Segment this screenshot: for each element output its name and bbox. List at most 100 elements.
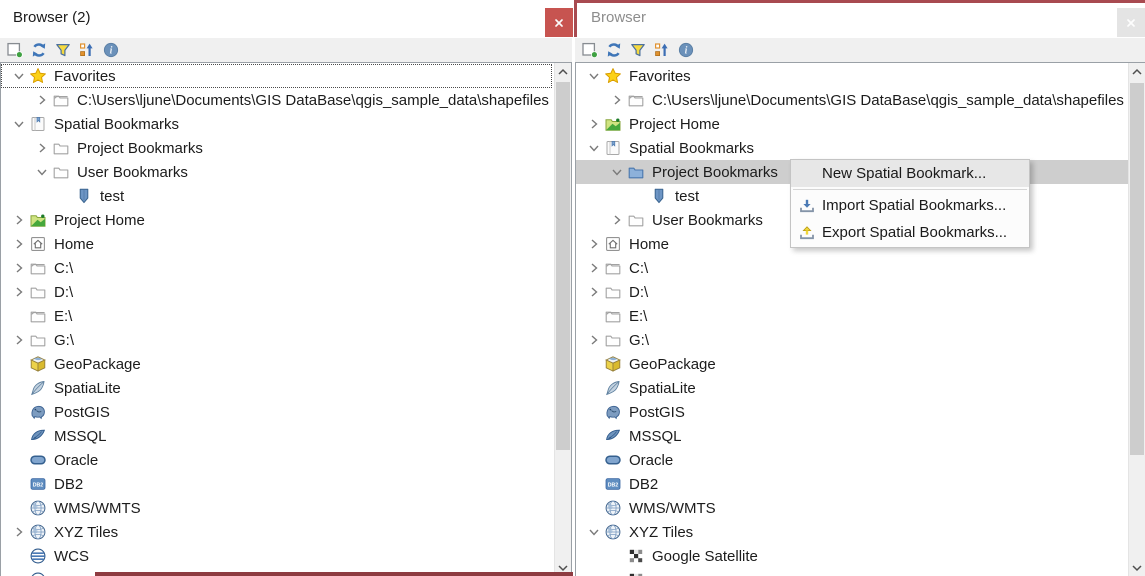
tree-item-d[interactable]: D:\ bbox=[576, 280, 1145, 304]
collapse-all-icon[interactable] bbox=[652, 40, 672, 60]
tree-item-label: PostGIS bbox=[629, 404, 685, 421]
filter-browser-icon[interactable] bbox=[53, 40, 73, 60]
chevron-right-icon[interactable] bbox=[9, 262, 29, 274]
chevron-right-icon[interactable] bbox=[607, 94, 627, 106]
tree-item-xyz-tiles[interactable]: XYZ Tiles bbox=[576, 520, 1145, 544]
tree-item-google-satellite[interactable]: Google Satellite bbox=[576, 544, 1145, 568]
folder-icon bbox=[627, 211, 645, 229]
tree-item-geopackage[interactable]: GeoPackage bbox=[1, 352, 571, 376]
add-selected-layers-icon[interactable] bbox=[580, 40, 600, 60]
chevron-down-icon[interactable] bbox=[584, 142, 604, 154]
tree-item-label: MSSQL bbox=[54, 428, 107, 445]
db2-icon: DB2 bbox=[29, 475, 47, 493]
chevron-down-icon[interactable] bbox=[607, 166, 627, 178]
tree-item-db2[interactable]: DB2DB2 bbox=[576, 472, 1145, 496]
scrollbar-thumb[interactable] bbox=[1130, 83, 1144, 455]
chevron-down-icon[interactable] bbox=[9, 70, 29, 82]
tree-item-favorites[interactable]: Favorites bbox=[576, 64, 1145, 88]
svg-text:DB2: DB2 bbox=[608, 482, 618, 488]
chevron-right-icon[interactable] bbox=[32, 142, 52, 154]
tree-item-xyz-tiles[interactable]: XYZ Tiles bbox=[1, 520, 571, 544]
scrollbar-thumb[interactable] bbox=[556, 82, 570, 450]
panel-title: Browser (2) bbox=[13, 9, 91, 26]
panel-title: Browser bbox=[591, 9, 646, 26]
tree-item-geopackage[interactable]: GeoPackage bbox=[576, 352, 1145, 376]
tree-item-c[interactable]: C:\ bbox=[576, 256, 1145, 280]
tree-item-wms-wmts[interactable]: WMS/WMTS bbox=[1, 496, 571, 520]
vertical-scrollbar[interactable] bbox=[1128, 63, 1145, 576]
tree-item-wcs[interactable]: WCS bbox=[1, 544, 571, 568]
tree-item-g[interactable]: G:\ bbox=[576, 328, 1145, 352]
chevron-down-icon[interactable] bbox=[1129, 559, 1145, 576]
chevron-right-icon[interactable] bbox=[584, 286, 604, 298]
tree-item-e[interactable]: E:\ bbox=[576, 304, 1145, 328]
tree-item-mssql[interactable]: MSSQL bbox=[576, 424, 1145, 448]
tree-item-mssql[interactable]: MSSQL bbox=[1, 424, 571, 448]
favorites-star-icon bbox=[29, 67, 47, 85]
folder-open-icon bbox=[604, 307, 622, 325]
tree-item-oracle[interactable]: Oracle bbox=[576, 448, 1145, 472]
chevron-up-icon[interactable] bbox=[555, 63, 571, 80]
menu-item-new-spatial-bookmark[interactable]: New Spatial Bookmark... bbox=[791, 160, 1029, 187]
chevron-right-icon[interactable] bbox=[9, 526, 29, 538]
chevron-down-icon[interactable] bbox=[9, 118, 29, 130]
tree-item-wms-wmts[interactable]: WMS/WMTS bbox=[576, 496, 1145, 520]
tree-item-spatialite[interactable]: SpatiaLite bbox=[1, 376, 571, 400]
tree-item-db2[interactable]: DB2DB2 bbox=[1, 472, 571, 496]
tree-item-d[interactable]: D:\ bbox=[1, 280, 571, 304]
tree-item-project-bookmarks[interactable]: Project Bookmarks bbox=[1, 136, 571, 160]
chevron-right-icon[interactable] bbox=[9, 238, 29, 250]
chevron-down-icon[interactable] bbox=[584, 526, 604, 538]
tree-item-c-users-ljune-documents-gis-database-qgis-sample-data-shapefiles[interactable]: C:\Users\ljune\Documents\GIS DataBase\qg… bbox=[576, 88, 1145, 112]
tree-item-e[interactable]: E:\ bbox=[1, 304, 571, 328]
tree-item-c-users-ljune-documents-gis-database-qgis-sample-data-shapefiles[interactable]: C:\Users\ljune\Documents\GIS DataBase\qg… bbox=[1, 88, 571, 112]
close-icon[interactable] bbox=[545, 8, 573, 37]
chevron-down-icon[interactable] bbox=[32, 166, 52, 178]
chevron-right-icon[interactable] bbox=[32, 94, 52, 106]
filter-browser-icon[interactable] bbox=[628, 40, 648, 60]
chevron-right-icon[interactable] bbox=[584, 262, 604, 274]
chevron-right-icon[interactable] bbox=[584, 334, 604, 346]
tree-item-user-bookmarks[interactable]: User Bookmarks bbox=[1, 160, 571, 184]
vertical-scrollbar[interactable] bbox=[554, 63, 571, 576]
tree-item-test[interactable]: test bbox=[1, 184, 571, 208]
menu-item-import-spatial-bookmarks[interactable]: Import Spatial Bookmarks... bbox=[791, 192, 1029, 219]
chevron-right-icon[interactable] bbox=[607, 214, 627, 226]
tree-item-spatial-bookmarks[interactable]: Spatial Bookmarks bbox=[1, 112, 571, 136]
tree-item-spatial-bookmarks[interactable]: Spatial Bookmarks bbox=[576, 136, 1145, 160]
tree-item-label: MSSQL bbox=[629, 428, 682, 445]
chevron-up-icon[interactable] bbox=[1129, 63, 1145, 80]
chevron-right-icon[interactable] bbox=[584, 238, 604, 250]
tree-item-oracle[interactable]: Oracle bbox=[1, 448, 571, 472]
tree-item-project-home[interactable]: Project Home bbox=[576, 112, 1145, 136]
chevron-down-icon[interactable] bbox=[584, 70, 604, 82]
tree-item-partial-item[interactable] bbox=[576, 568, 1145, 576]
tree-item-home[interactable]: Home bbox=[1, 232, 571, 256]
tree-item-c[interactable]: C:\ bbox=[1, 256, 571, 280]
tree-item-postgis[interactable]: PostGIS bbox=[576, 400, 1145, 424]
chevron-right-icon[interactable] bbox=[9, 286, 29, 298]
properties-widget-icon[interactable]: i bbox=[676, 40, 696, 60]
globe-wcs-icon bbox=[29, 547, 47, 565]
tree-item-label: User Bookmarks bbox=[652, 212, 763, 229]
tree-item-spatialite[interactable]: SpatiaLite bbox=[576, 376, 1145, 400]
menu-separator bbox=[793, 189, 1027, 190]
collapse-all-icon[interactable] bbox=[77, 40, 97, 60]
menu-item-export-spatial-bookmarks[interactable]: Export Spatial Bookmarks... bbox=[791, 219, 1029, 246]
refresh-icon[interactable] bbox=[604, 40, 624, 60]
tree-item-label: WCS bbox=[54, 548, 89, 565]
chevron-right-icon[interactable] bbox=[9, 334, 29, 346]
tree-item-project-home[interactable]: Project Home bbox=[1, 208, 571, 232]
tree-item-g[interactable]: G:\ bbox=[1, 328, 571, 352]
folder-open-icon bbox=[29, 307, 47, 325]
add-selected-layers-icon[interactable] bbox=[5, 40, 25, 60]
chevron-right-icon[interactable] bbox=[584, 118, 604, 130]
chevron-right-icon[interactable] bbox=[9, 214, 29, 226]
tree-item-favorites[interactable]: Favorites bbox=[1, 64, 552, 88]
properties-widget-icon[interactable]: i bbox=[101, 40, 121, 60]
refresh-icon[interactable] bbox=[29, 40, 49, 60]
tree-item-postgis[interactable]: PostGIS bbox=[1, 400, 571, 424]
browser-toolbar: i bbox=[575, 38, 1145, 62]
close-icon[interactable] bbox=[1117, 8, 1145, 37]
svg-text:i: i bbox=[685, 46, 688, 57]
